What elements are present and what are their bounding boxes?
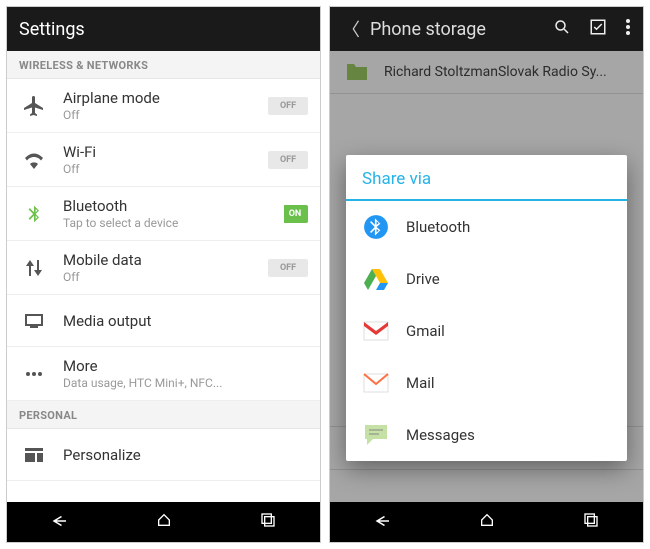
nav-recent-icon[interactable] bbox=[260, 512, 276, 532]
select-icon[interactable] bbox=[589, 18, 607, 41]
share-option-bluetooth[interactable]: Bluetooth bbox=[346, 201, 627, 253]
settings-row-personalize[interactable]: Personalize bbox=[7, 429, 320, 481]
settings-row-sub: Data usage, HTC Mini+, NFC... bbox=[63, 376, 308, 390]
drive-icon bbox=[362, 265, 390, 293]
personalize-icon bbox=[19, 440, 49, 470]
mobile-data-toggle[interactable]: OFF bbox=[268, 259, 308, 277]
storage-header: 〈 Phone storage bbox=[330, 7, 643, 51]
settings-row-label: Mobile data bbox=[63, 251, 268, 269]
settings-row-label: Media output bbox=[63, 312, 308, 330]
settings-screen: Settings WIRELESS & NETWORKS Airplane mo… bbox=[6, 6, 321, 543]
page-title: Settings bbox=[19, 19, 85, 40]
settings-row-label: More bbox=[63, 357, 308, 375]
bluetooth-toggle[interactable]: ON bbox=[268, 205, 308, 223]
settings-row-sub: Tap to select a device bbox=[63, 216, 268, 230]
settings-row-sub: Off bbox=[63, 270, 268, 284]
settings-row-more[interactable]: More Data usage, HTC Mini+, NFC... bbox=[7, 347, 320, 401]
storage-content: Richard StoltzmanSlovak Radio Sy... Rece… bbox=[330, 51, 643, 502]
settings-row-media-output[interactable]: Media output bbox=[7, 295, 320, 347]
wifi-toggle[interactable]: OFF bbox=[268, 151, 308, 169]
nav-recent-icon[interactable] bbox=[583, 512, 599, 532]
page-title: Phone storage bbox=[370, 19, 535, 40]
share-option-drive[interactable]: Drive bbox=[346, 253, 627, 305]
section-header-personal: PERSONAL bbox=[7, 401, 320, 429]
more-icon bbox=[19, 359, 49, 389]
share-option-label: Bluetooth bbox=[406, 218, 470, 236]
section-header-wireless: WIRELESS & NETWORKS bbox=[7, 51, 320, 79]
nav-home-icon[interactable] bbox=[156, 512, 172, 532]
mobile-data-icon bbox=[19, 253, 49, 283]
share-option-label: Gmail bbox=[406, 322, 445, 340]
settings-row-bluetooth[interactable]: Bluetooth Tap to select a device ON bbox=[7, 187, 320, 241]
settings-row-sub: Off bbox=[63, 162, 268, 176]
settings-row-mobile-data[interactable]: Mobile data Off OFF bbox=[7, 241, 320, 295]
settings-row-label: Personalize bbox=[63, 446, 308, 464]
nav-back-icon[interactable] bbox=[51, 513, 69, 532]
settings-header: Settings bbox=[7, 7, 320, 51]
search-icon[interactable] bbox=[553, 18, 571, 41]
mail-icon bbox=[362, 369, 390, 397]
share-option-label: Drive bbox=[406, 270, 440, 288]
share-option-gmail[interactable]: Gmail bbox=[346, 305, 627, 357]
settings-row-label: Airplane mode bbox=[63, 89, 268, 107]
dialog-title: Share via bbox=[346, 155, 627, 201]
settings-row-sub: Off bbox=[63, 108, 268, 122]
back-icon[interactable]: 〈 bbox=[342, 16, 360, 42]
share-screen: 〈 Phone storage Richard StoltzmanSlovak … bbox=[329, 6, 644, 543]
messages-icon bbox=[362, 421, 390, 449]
settings-row-wifi[interactable]: Wi-Fi Off OFF bbox=[7, 133, 320, 187]
bluetooth-icon bbox=[362, 213, 390, 241]
overflow-icon[interactable] bbox=[625, 18, 631, 41]
share-option-mail[interactable]: Mail bbox=[346, 357, 627, 409]
airplane-toggle[interactable]: OFF bbox=[268, 97, 308, 115]
nav-back-icon[interactable] bbox=[374, 513, 392, 532]
bluetooth-icon bbox=[19, 199, 49, 229]
settings-content: WIRELESS & NETWORKS Airplane mode Off OF… bbox=[7, 51, 320, 502]
gmail-icon bbox=[362, 317, 390, 345]
media-output-icon bbox=[19, 306, 49, 336]
nav-bar bbox=[7, 502, 320, 542]
share-option-messages[interactable]: Messages bbox=[346, 409, 627, 461]
airplane-icon bbox=[19, 91, 49, 121]
nav-home-icon[interactable] bbox=[479, 512, 495, 532]
wifi-icon bbox=[19, 145, 49, 175]
settings-row-airplane[interactable]: Airplane mode Off OFF bbox=[7, 79, 320, 133]
share-option-label: Messages bbox=[406, 426, 475, 444]
share-option-label: Mail bbox=[406, 374, 435, 392]
share-dialog: Share via Bluetooth Drive Gmail Mail Mes… bbox=[346, 155, 627, 461]
settings-row-label: Wi-Fi bbox=[63, 143, 268, 161]
settings-row-label: Bluetooth bbox=[63, 197, 268, 215]
nav-bar bbox=[330, 502, 643, 542]
